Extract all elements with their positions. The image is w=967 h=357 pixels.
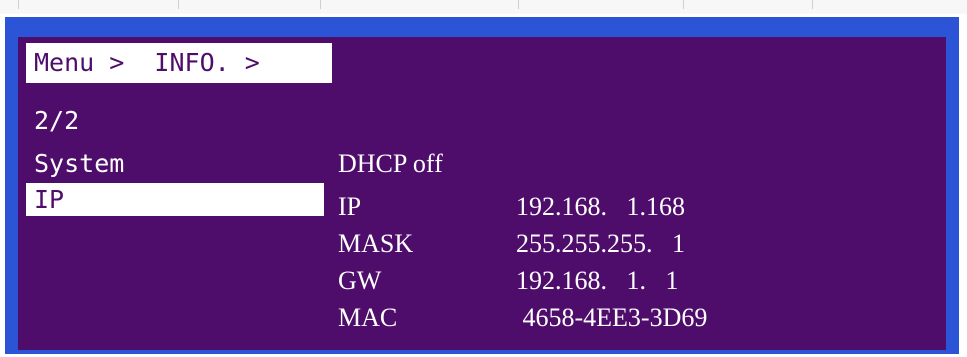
page: Menu > INFO. > 2/2 System IP DHCP off IP… <box>0 0 967 357</box>
info-row-ip: IP 192.168. 1.168 <box>338 190 685 224</box>
info-row-gw: GW 192.168. 1. 1 <box>338 264 679 298</box>
info-row-mask: MASK 255.255.255. 1 <box>338 227 685 261</box>
info-label: MAC <box>338 303 398 332</box>
menu-item-label: System <box>34 149 125 178</box>
info-value: 192.168. 1.168 <box>516 192 685 221</box>
lcd-screen: Menu > INFO. > 2/2 System IP DHCP off IP… <box>18 37 946 350</box>
info-value: 192.168. 1. 1 <box>516 266 679 295</box>
dhcp-status-text: DHCP off <box>338 149 443 178</box>
menu-item-ip[interactable]: IP <box>26 183 324 216</box>
info-label: IP <box>338 192 362 221</box>
strip-tick <box>320 0 321 9</box>
info-value: 4658-4EE3-3D69 <box>516 303 708 332</box>
info-value: 255.255.255. 1 <box>516 229 685 258</box>
strip-tick <box>18 0 19 9</box>
menu-item-label: IP <box>34 185 65 214</box>
info-label: MASK <box>338 229 414 258</box>
strip-tick <box>518 0 519 9</box>
strip-tick <box>812 0 813 9</box>
window-top-strip <box>0 0 967 14</box>
dhcp-status: DHCP off <box>338 147 443 181</box>
strip-tick <box>178 0 179 9</box>
info-row-mac: MAC 4658-4EE3-3D69 <box>338 301 707 335</box>
page-indicator: 2/2 <box>34 106 80 135</box>
info-label: GW <box>338 266 382 295</box>
breadcrumb: Menu > INFO. > <box>26 43 332 83</box>
menu-item-system[interactable]: System <box>26 147 324 180</box>
strip-tick <box>683 0 684 9</box>
